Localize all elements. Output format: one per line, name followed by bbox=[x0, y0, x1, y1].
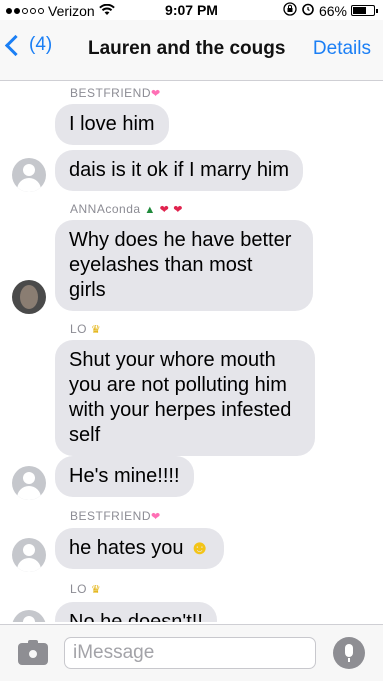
crown-icon: ♛ bbox=[90, 324, 102, 337]
unread-count: (4) bbox=[29, 34, 53, 55]
red-heart-icon: ❤ bbox=[173, 204, 183, 217]
battery-percent: 66% bbox=[318, 2, 347, 19]
conversation-title: Lauren and the cougs bbox=[88, 38, 286, 59]
message-bubble[interactable]: Why does he have better eyelashes than m… bbox=[55, 220, 313, 311]
tears-of-joy-icon: ☻ bbox=[189, 537, 211, 559]
status-right: 66% bbox=[283, 2, 378, 19]
message-input-placeholder: iMessage bbox=[73, 642, 155, 663]
message-bubble[interactable]: I love him bbox=[55, 104, 169, 145]
crown-icon: ♛ bbox=[90, 584, 102, 597]
avatar[interactable] bbox=[12, 466, 46, 500]
sparkling-heart-icon: ❤ bbox=[151, 88, 161, 101]
message-text-line: with your herpes infested bbox=[69, 399, 292, 421]
message-text: I love him bbox=[69, 113, 155, 135]
sender-name: ANNAconda ▲ ❤ ❤ bbox=[70, 202, 183, 217]
red-heart-icon: ❤ bbox=[159, 204, 170, 217]
message-text-line: girls bbox=[69, 279, 106, 301]
camera-icon[interactable] bbox=[18, 640, 48, 665]
alarm-icon bbox=[301, 2, 315, 19]
message-text: No he doesn't!! bbox=[69, 611, 203, 622]
message-text-line: eyelashes than most bbox=[69, 254, 253, 276]
message-input[interactable]: iMessage bbox=[64, 637, 316, 669]
message-bubble[interactable]: He's mine!!!! bbox=[55, 456, 194, 497]
message-bubble[interactable]: Shut your whore mouth you are not pollut… bbox=[55, 340, 315, 456]
message-text: He's mine!!!! bbox=[69, 465, 180, 487]
rotation-lock-icon bbox=[283, 2, 297, 19]
back-button[interactable]: (4) bbox=[4, 34, 53, 56]
avatar-photo[interactable] bbox=[12, 280, 46, 314]
message-text-line: you are not polluting him bbox=[69, 374, 287, 396]
message-text-line: Shut your whore mouth bbox=[69, 349, 276, 371]
message-list[interactable]: BESTFRIEND❤ I love him dais is it ok if … bbox=[0, 82, 383, 622]
battery-level bbox=[353, 7, 367, 14]
message-text: dais is it ok if I marry him bbox=[69, 159, 290, 181]
status-bar: Verizon 9:07 PM 66% bbox=[0, 0, 383, 20]
sender-name: BESTFRIEND❤ bbox=[70, 509, 161, 524]
message-bubble[interactable]: dais is it ok if I marry him bbox=[55, 150, 304, 191]
christmas-tree-icon: ▲ bbox=[144, 203, 156, 216]
details-button[interactable]: Details bbox=[313, 38, 371, 60]
sparkling-heart-icon: ❤ bbox=[151, 511, 161, 524]
sender-name: BESTFRIEND❤ bbox=[70, 86, 161, 101]
sender-name: LO ♛ bbox=[70, 582, 102, 597]
avatar[interactable] bbox=[12, 158, 46, 192]
input-bar: iMessage bbox=[0, 624, 383, 681]
message-bubble[interactable]: he hates you ☻ bbox=[55, 528, 225, 569]
message-bubble[interactable]: No he doesn't!! bbox=[55, 602, 217, 622]
avatar[interactable] bbox=[12, 610, 46, 622]
microphone-icon[interactable] bbox=[333, 637, 365, 669]
navigation-bar: (4) Lauren and the cougs Details bbox=[0, 20, 383, 81]
avatar[interactable] bbox=[12, 538, 46, 572]
sender-name: LO ♛ bbox=[70, 322, 102, 337]
chevron-left-icon bbox=[4, 34, 27, 56]
battery-icon bbox=[351, 5, 378, 16]
message-text: he hates you bbox=[69, 537, 184, 559]
message-text-line: self bbox=[69, 424, 101, 446]
message-text-line: Why does he have better bbox=[69, 229, 292, 251]
